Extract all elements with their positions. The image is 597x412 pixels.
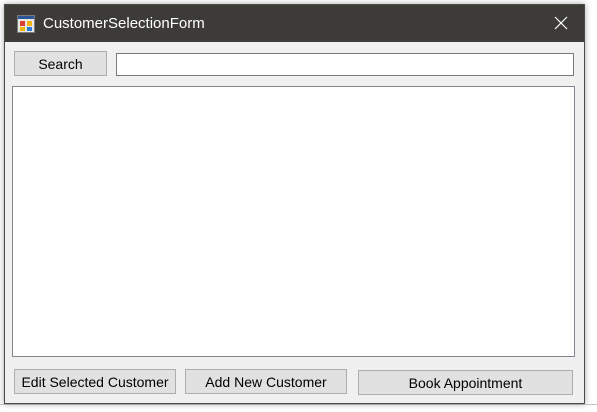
- close-button[interactable]: [538, 5, 584, 42]
- window-title: CustomerSelectionForm: [43, 15, 205, 32]
- add-new-customer-button[interactable]: Add New Customer: [185, 369, 347, 394]
- windows-form-icon: [17, 15, 35, 33]
- book-appointment-button[interactable]: Book Appointment: [358, 370, 573, 395]
- search-input[interactable]: [116, 53, 574, 76]
- close-icon: [554, 16, 568, 30]
- edit-selected-customer-button[interactable]: Edit Selected Customer: [14, 369, 176, 394]
- search-button[interactable]: Search: [14, 51, 107, 76]
- customer-list[interactable]: [12, 86, 575, 357]
- customer-selection-window: CustomerSelectionForm Search Edit Select…: [4, 4, 585, 404]
- title-bar[interactable]: CustomerSelectionForm: [5, 5, 584, 42]
